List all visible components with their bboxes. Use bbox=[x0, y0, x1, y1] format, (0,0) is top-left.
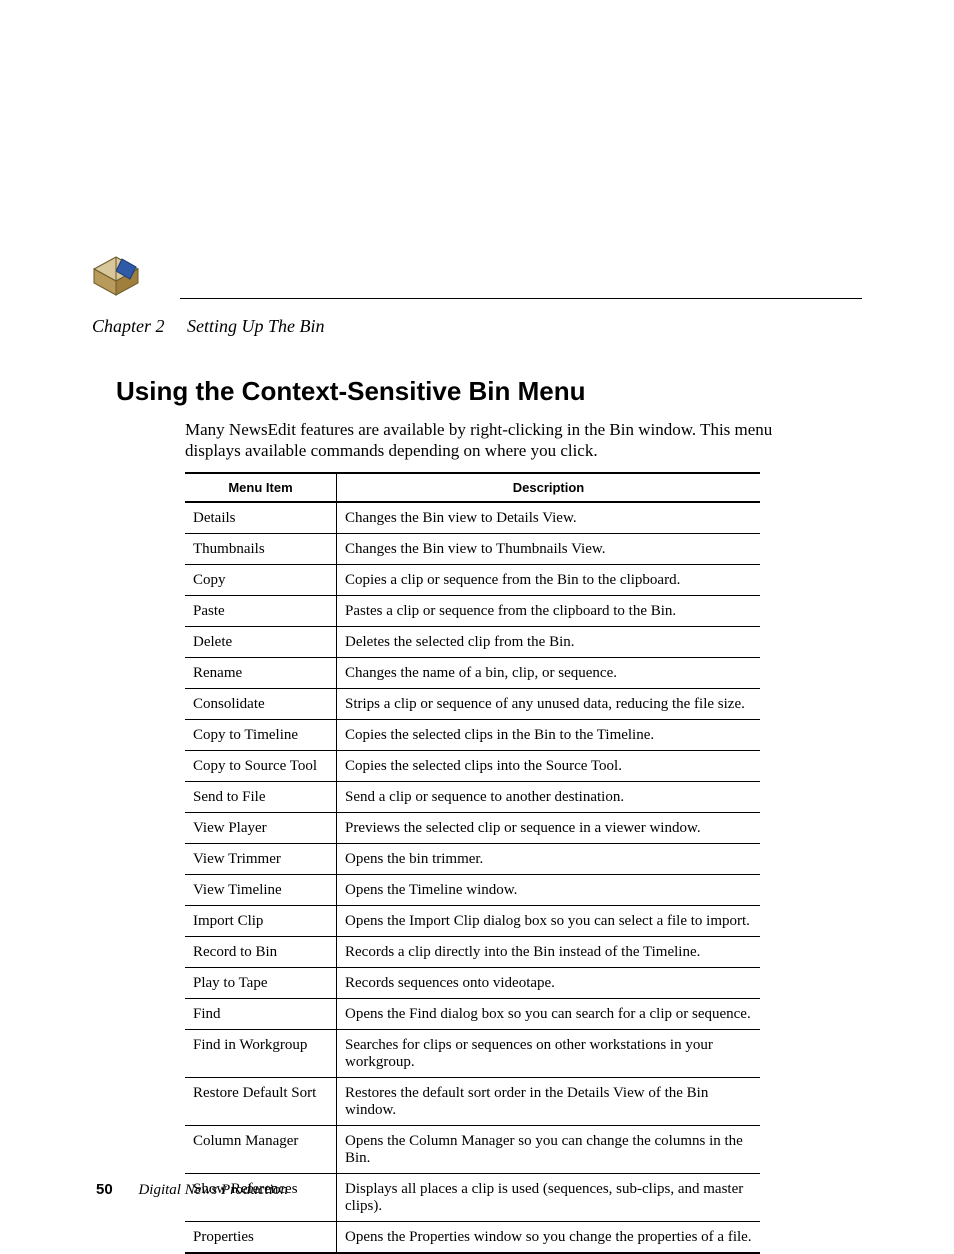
table-row: View TrimmerOpens the bin trimmer. bbox=[185, 844, 760, 875]
table-row: ConsolidateStrips a clip or sequence of … bbox=[185, 689, 760, 720]
table-header-item: Menu Item bbox=[185, 473, 337, 502]
chapter-label: Chapter 2 bbox=[92, 316, 165, 336]
menu-item-description: Opens the Timeline window. bbox=[337, 875, 761, 906]
menu-item-name: Paste bbox=[185, 596, 337, 627]
table-row: PropertiesOpens the Properties window so… bbox=[185, 1222, 760, 1254]
menu-item-description: Records a clip directly into the Bin ins… bbox=[337, 937, 761, 968]
table-row: Copy to Source ToolCopies the selected c… bbox=[185, 751, 760, 782]
menu-item-description: Searches for clips or sequences on other… bbox=[337, 1030, 761, 1078]
menu-item-name: Delete bbox=[185, 627, 337, 658]
table-row: FindOpens the Find dialog box so you can… bbox=[185, 999, 760, 1030]
menu-item-description: Opens the bin trimmer. bbox=[337, 844, 761, 875]
menu-item-description: Pastes a clip or sequence from the clipb… bbox=[337, 596, 761, 627]
menu-item-description: Previews the selected clip or sequence i… bbox=[337, 813, 761, 844]
page-number: 50 bbox=[96, 1181, 113, 1198]
chapter-title: Setting Up The Bin bbox=[187, 316, 325, 336]
menu-item-name: View Timeline bbox=[185, 875, 337, 906]
table-row: View PlayerPreviews the selected clip or… bbox=[185, 813, 760, 844]
menu-item-description: Opens the Import Clip dialog box so you … bbox=[337, 906, 761, 937]
menu-item-description: Copies the selected clips in the Bin to … bbox=[337, 720, 761, 751]
section-intro: Many NewsEdit features are available by … bbox=[185, 419, 794, 462]
menu-item-description: Displays all places a clip is used (sequ… bbox=[337, 1174, 761, 1222]
menu-item-name: Import Clip bbox=[185, 906, 337, 937]
table-row: CopyCopies a clip or sequence from the B… bbox=[185, 565, 760, 596]
table-row: Find in WorkgroupSearches for clips or s… bbox=[185, 1030, 760, 1078]
menu-item-name: Thumbnails bbox=[185, 534, 337, 565]
menu-item-description: Copies a clip or sequence from the Bin t… bbox=[337, 565, 761, 596]
header-rule bbox=[180, 298, 862, 299]
table-row: ThumbnailsChanges the Bin view to Thumbn… bbox=[185, 534, 760, 565]
menu-item-name: Details bbox=[185, 502, 337, 534]
menu-item-name: Copy bbox=[185, 565, 337, 596]
page-footer: 50 Digital News Production bbox=[96, 1181, 288, 1199]
table-row: Record to BinRecords a clip directly int… bbox=[185, 937, 760, 968]
table-row: Copy to TimelineCopies the selected clip… bbox=[185, 720, 760, 751]
table-row: Restore Default SortRestores the default… bbox=[185, 1078, 760, 1126]
book-title: Digital News Production bbox=[138, 1182, 287, 1198]
section-title: Using the Context-Sensitive Bin Menu bbox=[116, 376, 586, 407]
table-row: Import ClipOpens the Import Clip dialog … bbox=[185, 906, 760, 937]
menu-item-name: Record to Bin bbox=[185, 937, 337, 968]
table-row: Column ManagerOpens the Column Manager s… bbox=[185, 1126, 760, 1174]
menu-item-name: Play to Tape bbox=[185, 968, 337, 999]
menu-item-description: Records sequences onto videotape. bbox=[337, 968, 761, 999]
menu-item-name: Find in Workgroup bbox=[185, 1030, 337, 1078]
menu-item-name: View Trimmer bbox=[185, 844, 337, 875]
menu-item-name: Find bbox=[185, 999, 337, 1030]
table-row: DetailsChanges the Bin view to Details V… bbox=[185, 502, 760, 534]
table-row: Send to FileSend a clip or sequence to a… bbox=[185, 782, 760, 813]
menu-item-name: View Player bbox=[185, 813, 337, 844]
menu-item-description: Opens the Find dialog box so you can sea… bbox=[337, 999, 761, 1030]
book-icon bbox=[92, 255, 140, 302]
menu-item-name: Properties bbox=[185, 1222, 337, 1254]
menu-item-description: Strips a clip or sequence of any unused … bbox=[337, 689, 761, 720]
menu-item-description: Deletes the selected clip from the Bin. bbox=[337, 627, 761, 658]
menu-item-name: Column Manager bbox=[185, 1126, 337, 1174]
menu-item-name: Copy to Timeline bbox=[185, 720, 337, 751]
menu-item-description: Changes the Bin view to Details View. bbox=[337, 502, 761, 534]
menu-item-name: Copy to Source Tool bbox=[185, 751, 337, 782]
menu-item-description: Opens the Properties window so you chang… bbox=[337, 1222, 761, 1254]
menu-item-name: Rename bbox=[185, 658, 337, 689]
menu-item-description: Send a clip or sequence to another desti… bbox=[337, 782, 761, 813]
table-row: PastePastes a clip or sequence from the … bbox=[185, 596, 760, 627]
chapter-line: Chapter 2 Setting Up The Bin bbox=[92, 316, 325, 337]
table-row: View TimelineOpens the Timeline window. bbox=[185, 875, 760, 906]
table-header-desc: Description bbox=[337, 473, 761, 502]
table-row: DeleteDeletes the selected clip from the… bbox=[185, 627, 760, 658]
menu-item-name: Send to File bbox=[185, 782, 337, 813]
menu-item-description: Restores the default sort order in the D… bbox=[337, 1078, 761, 1126]
menu-items-table: Menu Item Description DetailsChanges the… bbox=[185, 472, 760, 1254]
menu-item-description: Changes the Bin view to Thumbnails View. bbox=[337, 534, 761, 565]
menu-item-name: Consolidate bbox=[185, 689, 337, 720]
menu-item-name: Restore Default Sort bbox=[185, 1078, 337, 1126]
table-row: RenameChanges the name of a bin, clip, o… bbox=[185, 658, 760, 689]
menu-item-description: Changes the name of a bin, clip, or sequ… bbox=[337, 658, 761, 689]
menu-item-description: Copies the selected clips into the Sourc… bbox=[337, 751, 761, 782]
menu-item-description: Opens the Column Manager so you can chan… bbox=[337, 1126, 761, 1174]
table-row: Play to TapeRecords sequences onto video… bbox=[185, 968, 760, 999]
